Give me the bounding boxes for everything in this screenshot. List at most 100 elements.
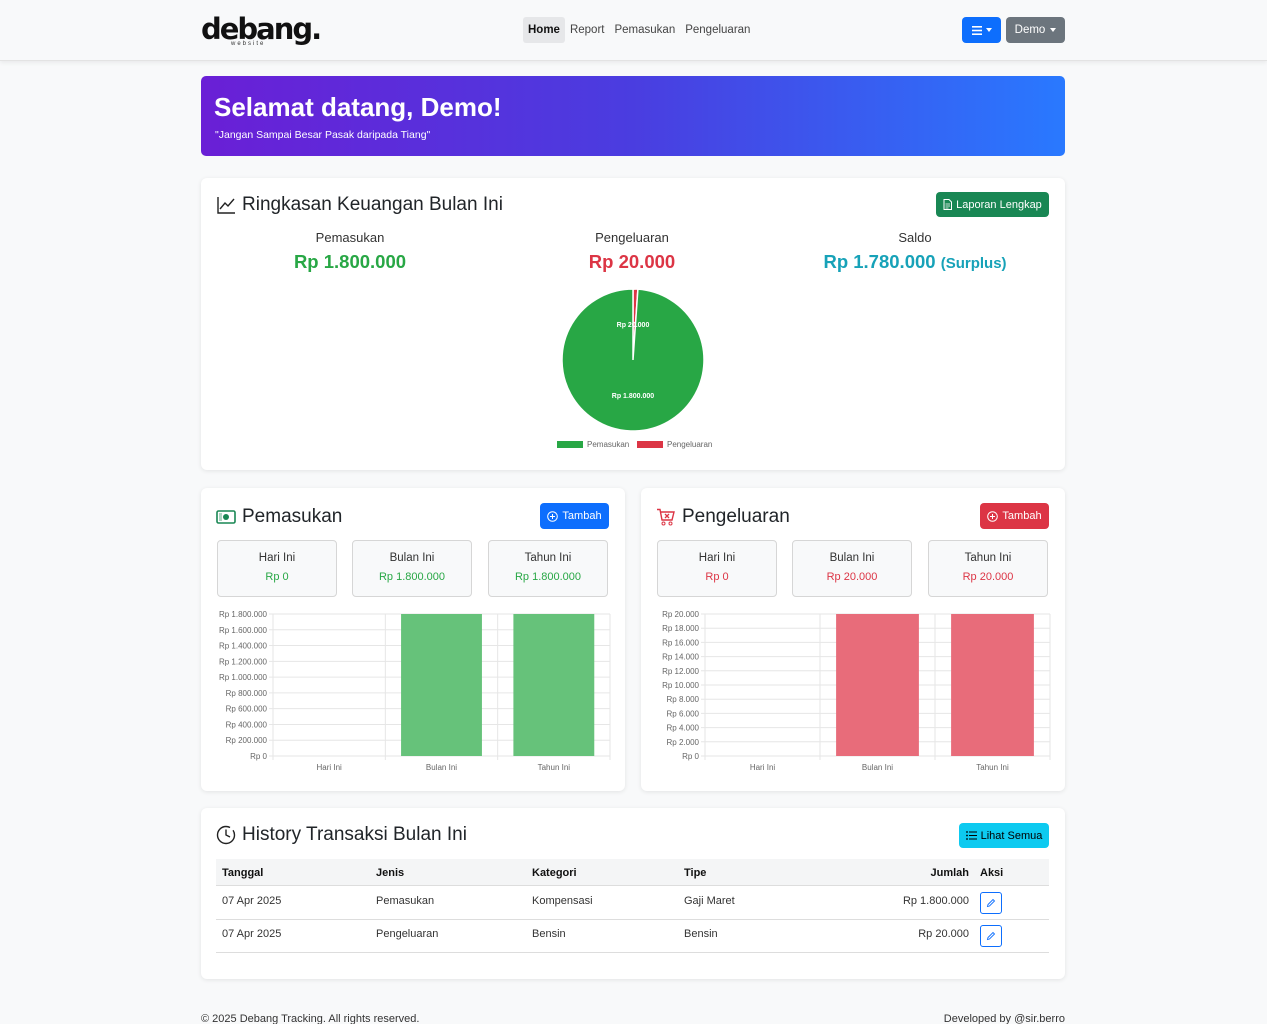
table-row: 07 Apr 2025 Pengeluaran Bensin Bensin Rp… xyxy=(216,920,1049,953)
x-tick-label: Hari Ini xyxy=(316,763,342,772)
nav-pemasukan[interactable]: Pemasukan xyxy=(609,17,680,43)
expense-summary: Pengeluaran Rp 20.000 xyxy=(532,230,732,273)
y-tick-label: Rp 10.000 xyxy=(662,681,699,690)
pie-label-pengeluaran: Rp 20.000 xyxy=(617,322,650,329)
legend-label-pemasukan: Pemasukan xyxy=(587,440,629,449)
history-table-header: Tanggal Jenis Kategori Tipe Jumlah Aksi xyxy=(216,859,1049,886)
summary-header: Ringkasan Keuangan Bulan Ini xyxy=(216,194,503,216)
bar-bulan-ini xyxy=(836,614,919,756)
history-title: History Transaksi Bulan Ini xyxy=(242,824,467,845)
x-tick-label: Hari Ini xyxy=(750,763,776,772)
row-type: Pengeluaran xyxy=(376,928,439,940)
col-tipe: Tipe xyxy=(684,867,707,879)
income-summary: Pemasukan Rp 1.800.000 xyxy=(250,230,450,273)
y-tick-label: Rp 18.000 xyxy=(662,624,699,633)
nav-pengeluaran[interactable]: Pengeluaran xyxy=(680,17,755,43)
row-subtype: Gaji Maret xyxy=(684,895,735,907)
welcome-title: Selamat datang, Demo! xyxy=(214,92,502,122)
balance-summary: Saldo Rp 1.780.000 (Surplus) xyxy=(785,230,1045,273)
col-jenis: Jenis xyxy=(376,867,405,879)
y-tick-label: Rp 16.000 xyxy=(662,638,699,647)
user-dropdown-button[interactable]: Demo xyxy=(1006,17,1065,43)
pie-slice-pemasukan xyxy=(561,288,705,432)
row-subtype: Bensin xyxy=(684,928,718,940)
income-month-box: Bulan Ini Rp 1.800.000 xyxy=(352,540,472,597)
user-label: Demo xyxy=(1014,24,1046,36)
caret-down-icon xyxy=(985,28,992,32)
nav-report[interactable]: Report xyxy=(565,17,610,43)
bar-tahun-ini xyxy=(513,614,595,756)
income-bar-chart: Rp 0 Rp 200.000 Rp 400.000 Rp 600.000 Rp 800… xyxy=(219,610,611,772)
summary-title: Ringkasan Keuangan Bulan Ini xyxy=(242,194,503,215)
expense-bar-chart: Rp 0 Rp 2.000 Rp 4.000 Rp 6.000 Rp 8.000 Rp 1… xyxy=(662,610,1051,772)
menu-button[interactable] xyxy=(962,17,1001,43)
stat-value: Rp 20.000 xyxy=(826,571,878,583)
income-header: Pemasukan xyxy=(216,506,342,528)
balance-status: (Surplus) xyxy=(940,255,1007,272)
pencil-icon xyxy=(986,931,996,941)
line-chart-icon xyxy=(217,197,235,214)
add-expense-button[interactable]: Tambah xyxy=(980,503,1049,529)
y-tick-label: Rp 1.400.000 xyxy=(219,642,268,651)
row-type: Pemasukan xyxy=(376,895,435,907)
summary-card: Ringkasan Keuangan Bulan Ini Laporan Len… xyxy=(201,178,1065,470)
balance-summary-line: Rp 1.780.000 (Surplus) xyxy=(785,251,1045,273)
x-tick-label: Tahun Ini xyxy=(538,763,571,772)
nav-home[interactable]: Home xyxy=(523,17,565,43)
view-all-label: Lihat Semua xyxy=(980,829,1043,842)
income-year-box: Tahun Ini Rp 1.800.000 xyxy=(488,540,608,597)
brand-sub: website xyxy=(231,41,266,47)
x-tick-label: Bulan Ini xyxy=(862,763,893,772)
y-tick-label: Rp 14.000 xyxy=(662,653,699,662)
row-date: 07 Apr 2025 xyxy=(222,895,282,907)
y-tick-label: Rp 200.000 xyxy=(226,736,268,745)
expense-year-box: Tahun Ini Rp 20.000 xyxy=(928,540,1048,597)
nav-links: Home Report Pemasukan Pengeluaran xyxy=(523,17,755,43)
expense-today-box: Hari Ini Rp 0 xyxy=(657,540,777,597)
footer-credit: Developed by @sir.berro xyxy=(943,1013,1065,1024)
stat-label: Bulan Ini xyxy=(829,552,875,564)
stat-label: Hari Ini xyxy=(698,552,736,564)
stat-label: Hari Ini xyxy=(258,552,296,564)
edit-button[interactable] xyxy=(980,892,1002,914)
pie-label-pemasukan: Rp 1.800.000 xyxy=(612,393,655,400)
welcome-quote: "Jangan Sampai Besar Pasak daripada Tian… xyxy=(215,129,431,141)
y-tick-label: Rp 4.000 xyxy=(667,724,700,733)
stat-label: Tahun Ini xyxy=(524,552,572,564)
income-summary-label: Pemasukan xyxy=(315,230,385,245)
bar-tahun-ini xyxy=(951,614,1034,756)
plus-circle-icon xyxy=(987,510,999,522)
income-title: Pemasukan xyxy=(242,506,343,527)
y-tick-label: Rp 1.200.000 xyxy=(219,657,268,666)
y-tick-label: Rp 1.000.000 xyxy=(219,673,268,682)
brand-logo[interactable]: debang. website xyxy=(201,12,322,48)
y-tick-label: Rp 20.000 xyxy=(662,610,699,619)
stat-value: Rp 0 xyxy=(705,571,729,583)
bar-bulan-ini xyxy=(401,614,482,756)
y-tick-label: Rp 6.000 xyxy=(667,709,700,718)
y-tick-label: Rp 800.000 xyxy=(226,689,268,698)
y-tick-label: Rp 400.000 xyxy=(226,720,268,729)
expense-header: Pengeluaran xyxy=(656,506,790,528)
history-header: History Transaksi Bulan Ini xyxy=(216,824,467,846)
add-income-button[interactable]: Tambah xyxy=(540,503,609,529)
cart-x-icon xyxy=(657,508,675,526)
footer-copyright: © 2025 Debang Tracking. All rights reser… xyxy=(201,1013,420,1024)
x-tick-label: Bulan Ini xyxy=(426,763,457,772)
welcome-banner: Selamat datang, Demo! "Jangan Sampai Bes… xyxy=(201,76,1065,156)
summary-pie-chart: Rp 1.800.000 Rp 20.000 Pemasukan Pengeluara… xyxy=(557,288,712,449)
navbar: debang. website Home Report Pemasukan Pe… xyxy=(0,0,1267,61)
full-report-button[interactable]: Laporan Lengkap xyxy=(936,192,1049,217)
row-category: Kompensasi xyxy=(532,895,593,907)
income-card: Pemasukan Tambah Hari Ini Rp 0 Bulan Ini… xyxy=(201,488,625,791)
view-all-button[interactable]: Lihat Semua xyxy=(959,823,1049,848)
hamburger-icon xyxy=(971,25,982,35)
income-today-box: Hari Ini Rp 0 xyxy=(217,540,337,597)
stat-label: Tahun Ini xyxy=(964,552,1012,564)
expense-month-box: Bulan Ini Rp 20.000 xyxy=(792,540,912,597)
col-jumlah: Jumlah xyxy=(930,867,969,879)
x-tick-label: Tahun Ini xyxy=(976,763,1009,772)
edit-button[interactable] xyxy=(980,925,1002,947)
col-tanggal: Tanggal xyxy=(222,867,264,879)
full-report-label: Laporan Lengkap xyxy=(956,198,1042,211)
